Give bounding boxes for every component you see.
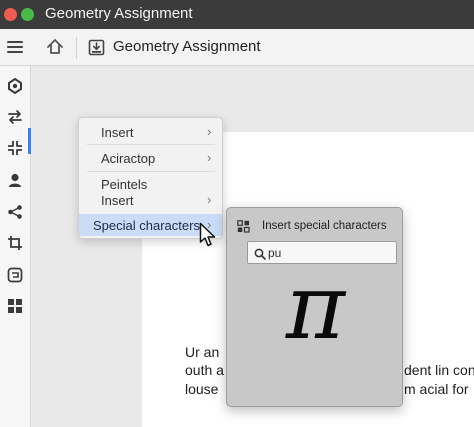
translate-icon[interactable] <box>5 265 25 285</box>
share-icon[interactable] <box>5 202 25 222</box>
hamburger-menu-icon[interactable] <box>7 41 23 53</box>
mouse-pointer-icon <box>199 222 217 248</box>
active-tool-indicator <box>28 128 31 154</box>
crop-icon[interactable] <box>5 233 25 253</box>
menu-item-insert[interactable]: Insert › <box>79 122 222 142</box>
menu-item-aciractop[interactable]: Aciractop › <box>79 147 222 169</box>
chevron-right-icon: › <box>207 192 212 207</box>
chevron-right-icon: › <box>207 150 212 165</box>
window-titlebar: Geometry Assignment <box>0 0 474 29</box>
left-tool-rail <box>0 66 31 427</box>
navigate-icon[interactable] <box>5 76 25 96</box>
document-line: dent lin con <box>404 362 474 378</box>
grid-icon[interactable] <box>5 296 25 316</box>
user-icon[interactable] <box>5 170 25 190</box>
compress-icon[interactable] <box>5 138 25 158</box>
pi-character[interactable]: π <box>227 258 404 358</box>
special-characters-icon <box>237 220 250 233</box>
close-window-button[interactable] <box>4 8 17 21</box>
toolbar: Geometry Assignment <box>0 29 474 66</box>
panel-title: Insert special characters <box>262 220 387 232</box>
context-menu: Insert › Aciractop › Peintels Insert › S… <box>78 117 223 239</box>
document-line: Ur an <box>185 344 220 360</box>
home-icon[interactable] <box>45 37 65 57</box>
document-download-icon <box>88 39 105 56</box>
document-line: m acial for <box>404 381 469 397</box>
special-characters-panel: Insert special characters π <box>226 207 403 407</box>
chevron-right-icon: › <box>207 124 212 139</box>
window-title: Geometry Assignment <box>45 5 193 22</box>
swap-icon[interactable] <box>5 107 25 127</box>
document-title: Geometry Assignment <box>113 38 261 55</box>
menu-divider <box>87 171 215 172</box>
zoom-window-button[interactable] <box>21 8 34 21</box>
menu-item-peintels-insert[interactable]: Peintels Insert › <box>79 174 222 210</box>
menu-divider <box>87 144 215 145</box>
document-line: outh a <box>185 362 224 378</box>
document-line: louse <box>185 381 219 397</box>
toolbar-divider <box>76 37 77 59</box>
